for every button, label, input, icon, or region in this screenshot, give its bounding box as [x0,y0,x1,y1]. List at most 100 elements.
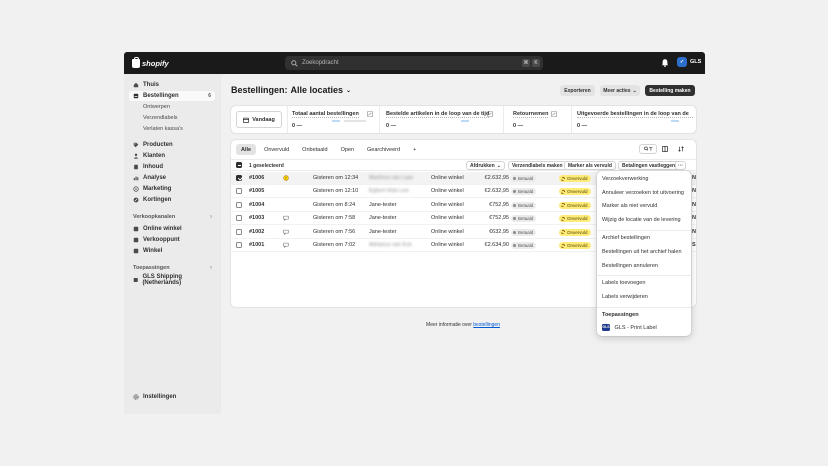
sidebar-sub-shipping-labels[interactable]: Verzendlabels [143,115,178,121]
sidebar-channel-online-store[interactable]: Online winkel [129,224,215,234]
date-range-button[interactable]: Vandaag [236,111,282,128]
chevron-right-icon[interactable]: › [210,265,212,271]
menu-divider [597,275,691,276]
shopify-logo[interactable]: shopify [132,57,169,69]
store-menu[interactable]: ✓ GLS [677,57,701,67]
order-total: €752,95 [489,215,509,222]
tab-archived[interactable]: Gearchiveerd [362,144,405,155]
menu-item-change-location[interactable]: Wijzig de locatie van de levering [602,217,681,223]
sidebar-item-settings[interactable]: Instellingen [129,392,215,402]
tab-open[interactable]: Open [336,144,359,155]
mark-fulfilled-button[interactable]: Marker als vervuld [564,161,616,170]
order-number[interactable]: #1006 [249,175,264,181]
row-checkbox[interactable] [236,215,242,222]
document-icon [134,164,138,170]
metric-info-icon[interactable] [551,111,557,117]
sidebar-item-label: Verkooppunt [143,237,180,243]
export-button[interactable]: Exporteren [560,85,595,96]
payment-status-badge: Betaald [511,215,537,223]
payment-status-badge: Betaald [511,188,537,196]
order-number[interactable]: #1001 [249,242,264,248]
warning-icon[interactable] [283,175,289,181]
bell-icon[interactable] [661,58,669,67]
order-customer[interactable]: Jane-tester [369,215,397,221]
sidebar-sub-abandoned-checkouts[interactable]: Verlaten kassa's [143,126,183,132]
sidebar-item-products[interactable]: Producten [129,140,215,150]
row-checkbox[interactable] [236,242,242,248]
menu-item-request-fulfillment[interactable]: Verzoekverwerking [602,176,648,182]
comment-icon[interactable] [283,242,289,248]
sidebar-item-analytics[interactable]: Analyse [129,173,215,183]
menu-item-gls-print-label[interactable]: GLS GLS - Print Label [602,324,657,331]
page-title-text: Bestellingen: [231,85,288,95]
menu-item-mark-unfulfilled[interactable]: Marker als niet vervuld [602,203,657,209]
order-customer[interactable]: Jane-tester [369,229,397,235]
sidebar-channel-pos[interactable]: Verkooppunt [129,235,215,245]
metric-label: Bestelde artikelen in de loop van de tij… [386,111,490,117]
menu-item-cancel-orders[interactable]: Bestellingen annuleren [602,263,658,269]
order-number[interactable]: #1004 [249,202,264,208]
tab-unpaid[interactable]: Onbetaald [297,144,332,155]
order-number[interactable]: #1002 [249,229,264,235]
create-shipping-labels-button[interactable]: Verzendlabels maken [508,161,567,170]
sidebar-channel-shop[interactable]: Winkel [129,246,215,256]
metric-ordered-items[interactable]: Bestelde artikelen in de loop van de tij… [386,111,490,129]
apps-heading[interactable]: Toepassingen [133,265,170,271]
order-customer[interactable]: Martinus van Laar [369,175,413,181]
chevron-right-icon[interactable]: › [210,214,212,220]
more-bulk-actions-button[interactable]: ··· [675,161,686,170]
sidebar-item-customers[interactable]: Klanten [129,151,215,161]
row-checkbox[interactable] [236,175,242,181]
order-trailing-text: N [692,215,696,222]
sales-channels-heading[interactable]: Verkoopkanalen [133,214,175,220]
columns-button[interactable] [660,144,670,154]
row-checkbox[interactable] [236,201,242,208]
order-channel: Online winkel [431,201,464,208]
sidebar-item-discounts[interactable]: Kortingen [129,195,215,205]
chevron-down-icon[interactable]: ⌄ [346,87,351,94]
sort-button[interactable] [676,144,686,154]
print-label: Afdrukken [470,162,495,169]
menu-item-add-tags[interactable]: Labels toevoegen [602,280,645,286]
metric-value: 0 [386,123,390,129]
sidebar-sub-drafts[interactable]: Ontwerpen [143,104,170,110]
row-checkbox[interactable] [236,188,242,195]
capture-payments-button[interactable]: Betalingen vastleggen [618,161,680,170]
shopify-bag-icon [132,57,140,68]
location-selector[interactable]: Alle locaties [291,85,344,95]
metric-info-icon[interactable] [487,111,493,117]
search-bar[interactable]: Zoekopdracht ⌘ K [285,56,543,70]
sidebar-item-home[interactable]: Thuis [129,80,215,90]
print-button[interactable]: Afdrukken ⌄ [466,161,505,170]
order-customer[interactable]: Jane-tester [369,202,397,208]
row-checkbox[interactable] [236,228,242,235]
tab-all[interactable]: Alle [236,144,257,155]
more-actions-button[interactable]: Meer acties ⌄ [600,85,640,96]
order-total: €2.634,90 [484,242,509,248]
add-view-button[interactable]: + [408,144,421,155]
menu-item-remove-tags[interactable]: Labels verwijderen [602,294,648,300]
sidebar-item-orders[interactable]: Bestellingen 6 [129,91,215,101]
comment-icon[interactable] [283,215,289,222]
person-icon [133,153,139,159]
learn-more-link[interactable]: bestellingen [473,322,500,328]
menu-item-archive-orders[interactable]: Archief bestellingen [602,235,650,241]
sidebar-item-marketing[interactable]: Marketing [129,184,215,194]
order-customer[interactable]: Adrianus van Eck [369,242,412,248]
create-order-button[interactable]: Bestelling maken [645,85,695,96]
search-filter-button[interactable] [639,144,657,154]
order-number[interactable]: #1005 [249,188,264,194]
tab-unfulfilled[interactable]: Onvervuld [259,144,294,155]
metric-info-icon[interactable] [367,111,373,117]
menu-item-unarchive-orders[interactable]: Bestellingen uit het archief halen [602,249,682,255]
sidebar-item-content[interactable]: Inhoud [129,162,215,172]
sidebar-item-label: Instellingen [143,394,177,400]
sidebar-app-gls-shipping[interactable]: GLS Shipping (Netherlands) [129,274,215,286]
order-number[interactable]: #1003 [249,215,264,221]
comment-icon[interactable] [283,229,289,235]
select-all-checkbox[interactable] [236,162,242,168]
metric-returns[interactable]: Retournemen 0 — [513,111,549,129]
metric-value: 0 [513,123,517,129]
menu-item-cancel-fulfillment-request[interactable]: Annuleer verzoeken tot uitvoering [602,190,684,196]
order-customer[interactable]: Egbert Holo Lee [369,188,409,194]
